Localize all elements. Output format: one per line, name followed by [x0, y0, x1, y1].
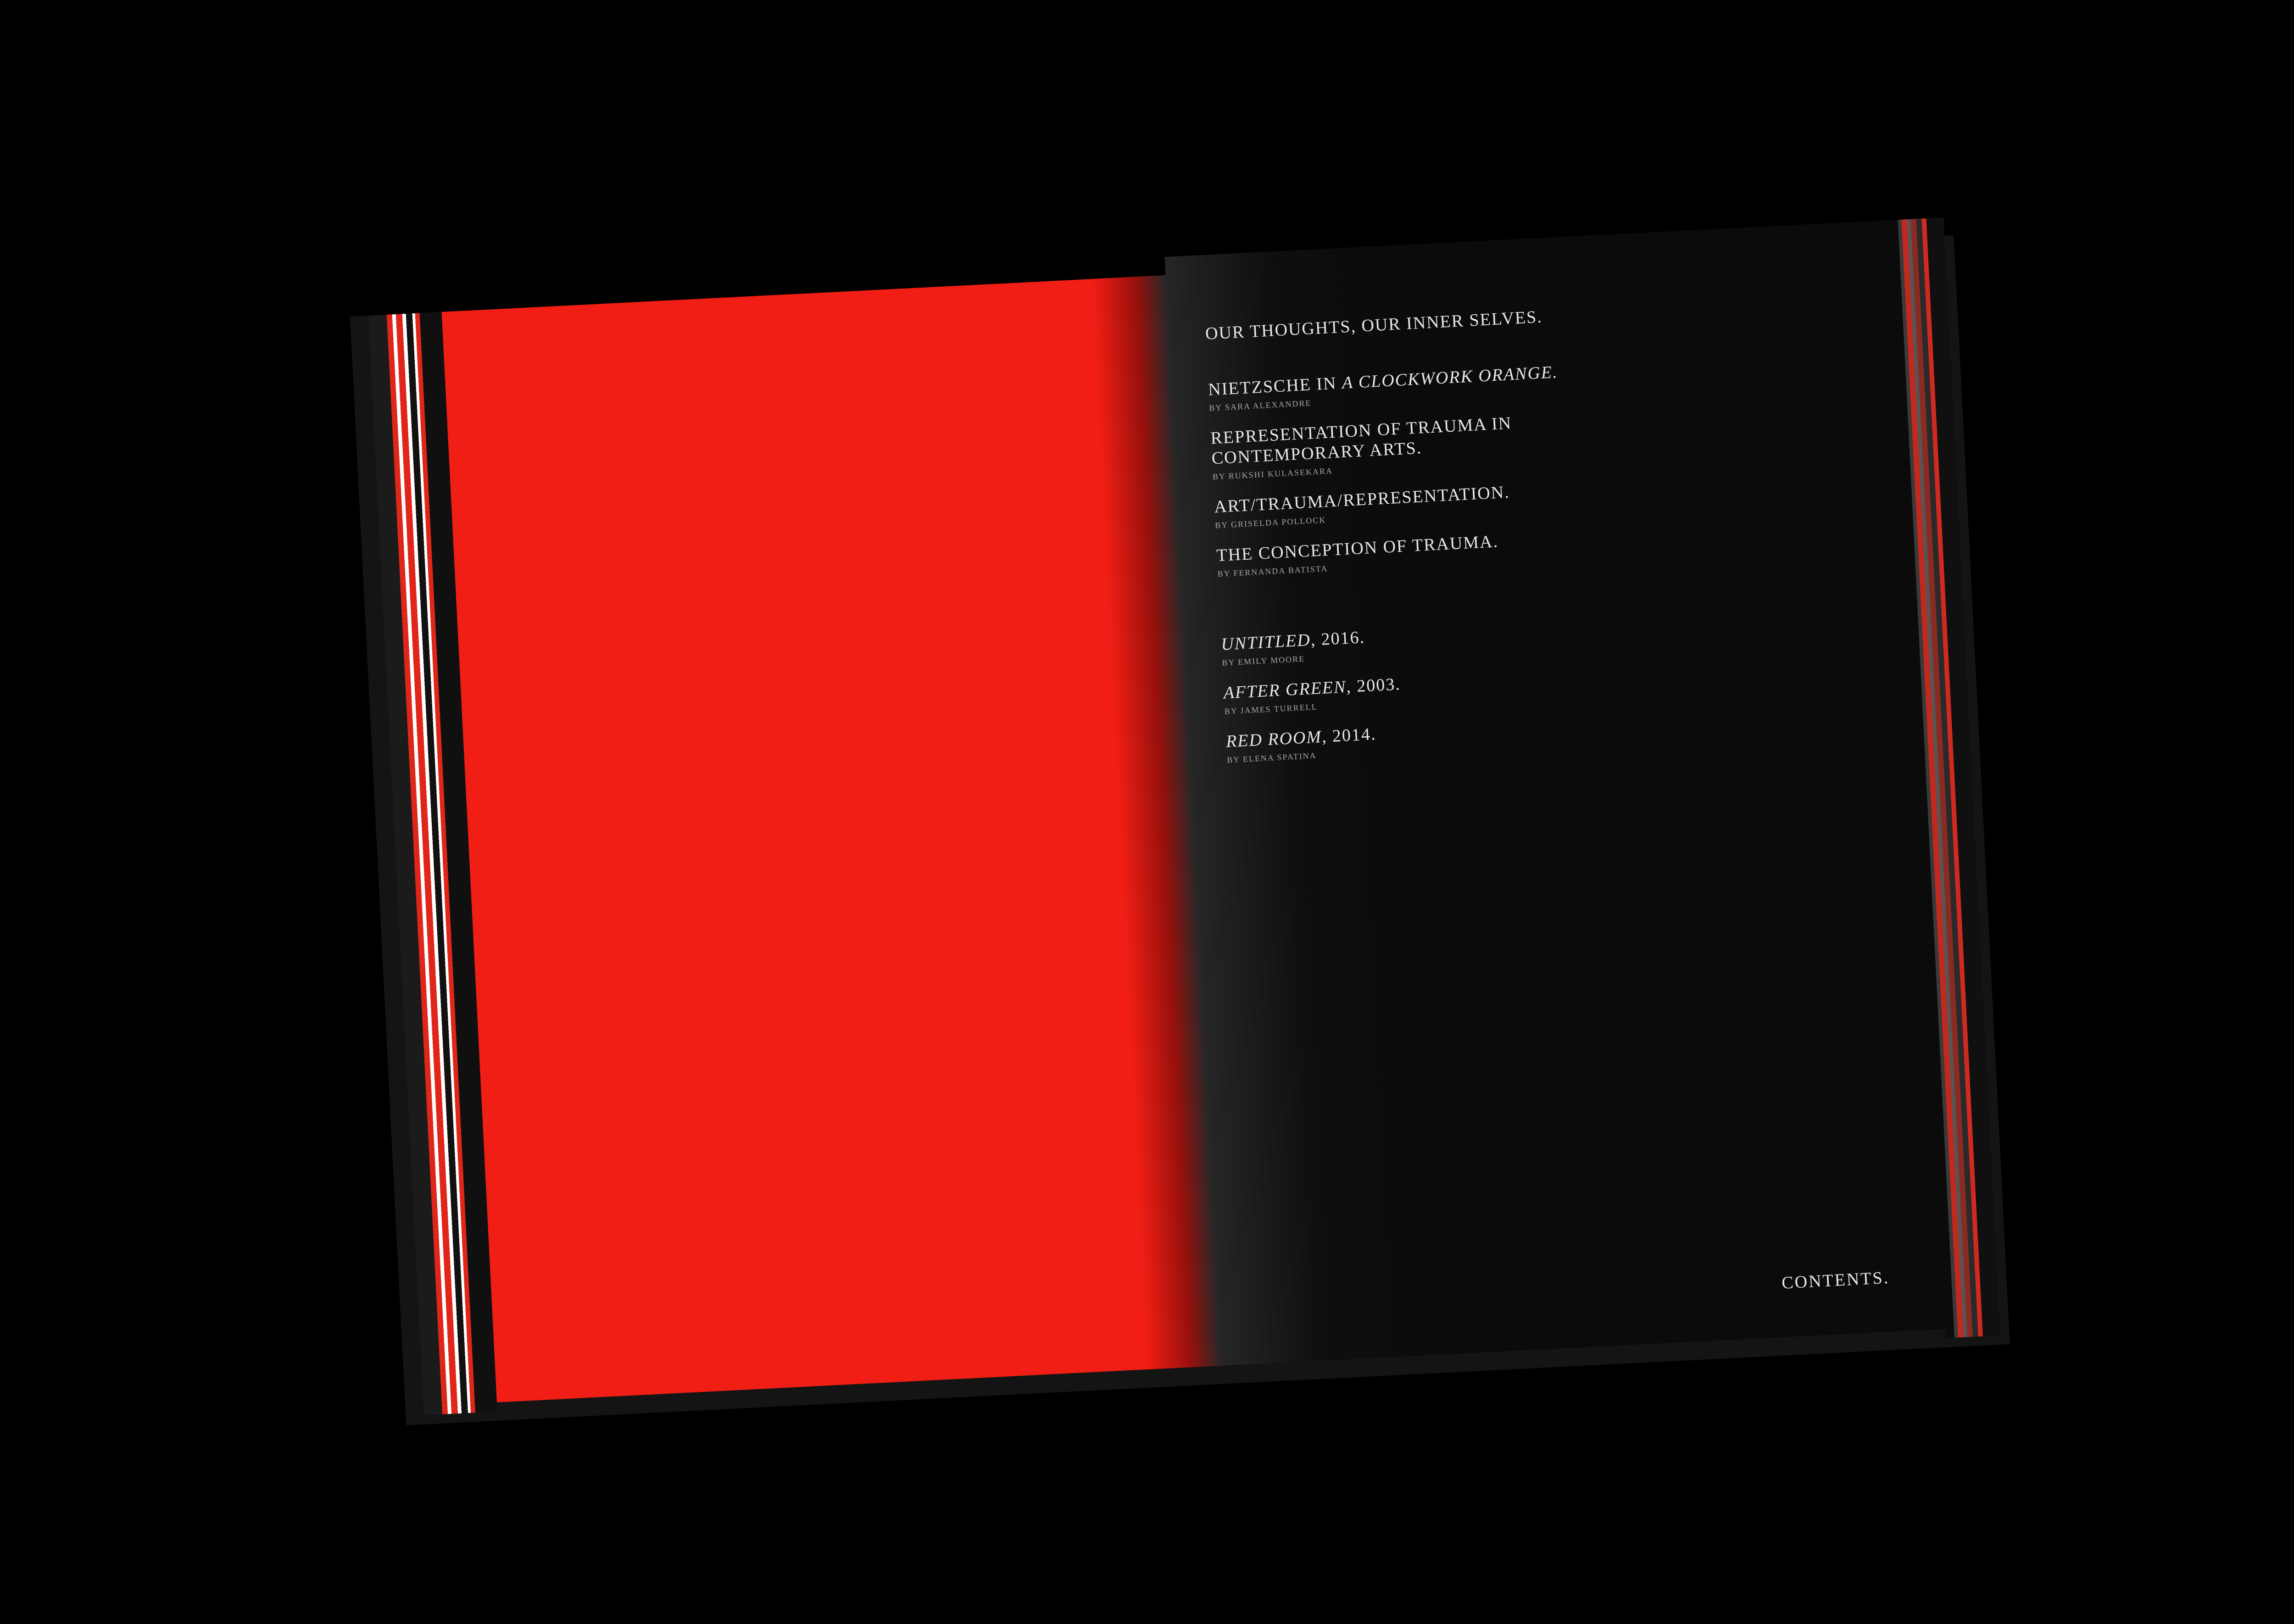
scene: OUR THOUGHTS, OUR INNER SELVES. NIETZSCH…: [0, 0, 2294, 1624]
table-of-contents: OUR THOUGHTS, OUR INNER SELVES. NIETZSCH…: [1205, 291, 1870, 780]
open-book: OUR THOUGHTS, OUR INNER SELVES. NIETZSCH…: [350, 217, 2010, 1425]
